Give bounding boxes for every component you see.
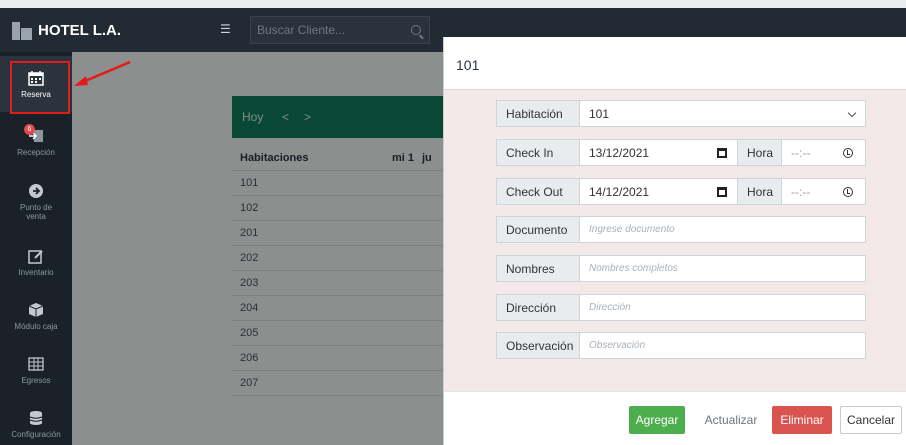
observacion-label: Observación [496, 332, 580, 359]
sidebar-item-label: Configuración [11, 429, 61, 439]
checkout-value: 14/12/2021 [589, 184, 650, 199]
direccion-label: Dirección [496, 294, 580, 321]
sidebar-item-reserva[interactable]: Reserva [0, 56, 72, 114]
checkin-label: Check In [496, 139, 580, 166]
menu-toggle-icon[interactable]: ☰ [220, 23, 232, 35]
brand-name: HOTEL L.A. [38, 21, 122, 39]
clock-icon[interactable] [843, 148, 853, 158]
checkin-time-input[interactable]: --:-- [782, 139, 866, 166]
direccion-row: Dirección Dirección [496, 294, 866, 321]
observacion-row: Observación Observación [496, 332, 866, 359]
modal-body: Habitación 101 Check In 13/12/2021 Hora … [444, 89, 906, 391]
observacion-input[interactable]: Observación [580, 332, 866, 359]
hora-label: Hora [738, 178, 782, 205]
habitacion-label: Habitación [496, 100, 580, 127]
search-box [250, 16, 430, 44]
sidebar-item-inventario[interactable]: Inventario [0, 234, 72, 290]
chevron-down-icon [847, 108, 857, 118]
reservation-modal: 101 Habitación 101 Check In 13/12/2021 H… [443, 37, 906, 445]
checkout-time-input[interactable]: --:-- [782, 178, 866, 205]
direccion-input[interactable]: Dirección [580, 294, 866, 321]
sidebar-item-egresos[interactable]: Egresos [0, 342, 72, 398]
nombres-label: Nombres [496, 255, 580, 282]
nombres-placeholder: Nombres completos [589, 263, 678, 274]
documento-input[interactable]: Ingrese documento [580, 216, 866, 243]
checkout-row: Check Out 14/12/2021 Hora --:-- [496, 178, 866, 205]
sidebar-item-label: Punto de venta [19, 203, 53, 221]
calendar-icon [28, 70, 44, 86]
habitacion-row: Habitación 101 [496, 100, 866, 127]
calendar-picker-icon[interactable] [717, 187, 727, 197]
checkin-value: 13/12/2021 [589, 145, 650, 160]
agregar-button[interactable]: Agregar [629, 406, 685, 434]
modal-title: 101 [456, 57, 480, 73]
sidebar-item-punto-de-venta[interactable]: Punto de venta [0, 174, 72, 230]
search-icon[interactable] [411, 25, 421, 35]
direccion-placeholder: Dirección [589, 302, 631, 313]
sidebar-item-configuracion[interactable]: Configuración [0, 396, 72, 445]
sidebar-item-modulo-caja[interactable]: Módulo caja [0, 288, 72, 344]
checkout-label: Check Out [496, 178, 580, 205]
top-strip [0, 0, 906, 8]
modal-footer: Agregar Actualizar Eliminar Cancelar [444, 391, 906, 445]
edit-icon [28, 248, 44, 264]
table-icon [28, 356, 44, 372]
nombres-row: Nombres Nombres completos [496, 255, 866, 282]
documento-row: Documento Ingrese documento [496, 216, 866, 243]
observacion-placeholder: Observación [589, 340, 646, 351]
checkout-date-input[interactable]: 14/12/2021 [580, 178, 738, 205]
habitacion-value: 101 [589, 106, 610, 121]
sidebar-item-label: Módulo caja [14, 321, 58, 331]
sidebar-item-label: Recepción [17, 147, 55, 157]
notification-badge: 6 [24, 123, 35, 135]
hora-label: Hora [738, 139, 782, 166]
actualizar-button[interactable]: Actualizar [698, 406, 764, 434]
sidebar-item-label: Inventario [18, 267, 54, 277]
calendar-picker-icon[interactable] [717, 148, 727, 158]
checkin-icon: 6 [24, 123, 44, 144]
clock-icon[interactable] [843, 187, 853, 197]
cancelar-button[interactable]: Cancelar [840, 406, 902, 434]
sidebar: Reserva 6 Recepción Punto de venta Inven… [0, 52, 72, 445]
sidebar-item-label: Egresos [21, 375, 51, 385]
checkin-row: Check In 13/12/2021 Hora --:-- [496, 139, 866, 166]
habitacion-select[interactable]: 101 [580, 100, 866, 127]
time-value: --:-- [791, 184, 811, 199]
sidebar-item-recepcion[interactable]: 6 Recepción [0, 114, 72, 170]
arrow-circle-icon [28, 183, 44, 199]
nombres-input[interactable]: Nombres completos [580, 255, 866, 282]
time-value: --:-- [791, 145, 811, 160]
cube-icon [28, 302, 44, 318]
eliminar-button[interactable]: Eliminar [772, 406, 832, 434]
documento-label: Documento [496, 216, 580, 243]
search-input[interactable] [251, 17, 401, 43]
database-icon [28, 410, 44, 426]
documento-placeholder: Ingrese documento [589, 224, 675, 235]
checkin-date-input[interactable]: 13/12/2021 [580, 139, 738, 166]
brand[interactable]: HOTEL L.A. [12, 8, 121, 52]
hotel-icon [12, 20, 32, 40]
